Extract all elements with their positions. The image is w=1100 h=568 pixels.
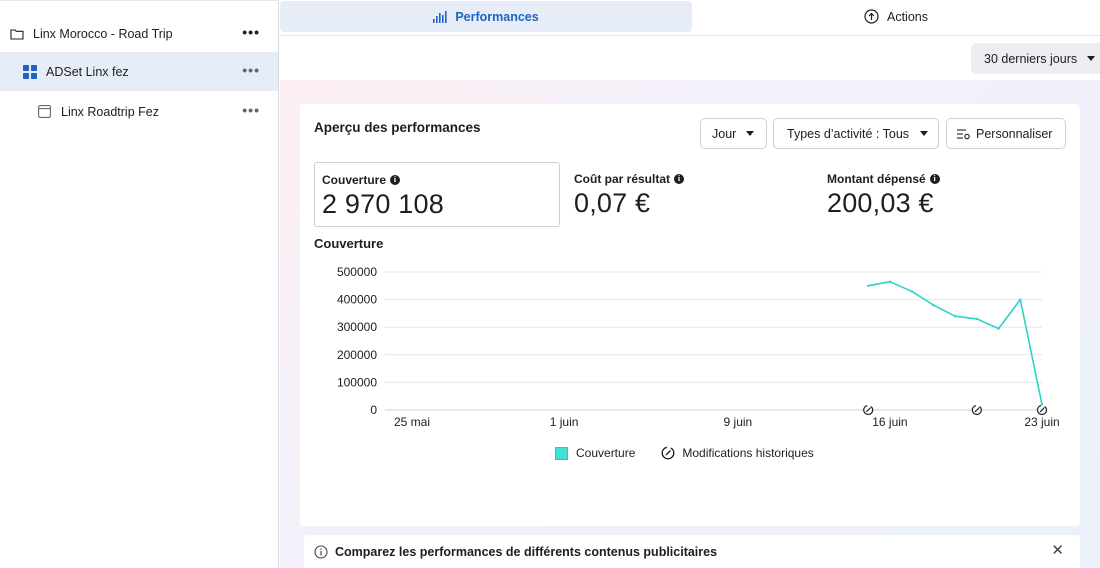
metric-label: Montant dépensé i xyxy=(827,172,940,186)
history-change-marker[interactable] xyxy=(1036,404,1048,416)
y-tick-label: 200000 xyxy=(337,348,377,362)
caret-down-icon xyxy=(920,131,929,136)
more-options-icon[interactable]: ••• xyxy=(242,25,260,39)
tab-actions[interactable]: Actions xyxy=(692,1,1100,32)
card-title: Aperçu des performances xyxy=(314,120,481,135)
activity-type-label: Types d’activité : Tous xyxy=(787,126,910,141)
series-line-reach xyxy=(868,280,1043,405)
x-tick-label: 25 mai xyxy=(394,415,430,429)
customize-button[interactable]: Personnaliser xyxy=(946,118,1066,149)
info-icon[interactable]: i xyxy=(929,174,940,184)
chart-title: Couverture xyxy=(314,236,384,251)
tree-item-ad[interactable]: Linx Roadtrip Fez ••• xyxy=(0,92,278,131)
legend-label: Modifications historiques xyxy=(682,446,814,460)
banner-text: Comparez les performances de différents … xyxy=(335,544,718,559)
tab-label: Performances xyxy=(455,9,539,24)
activity-type-dropdown[interactable]: Types d’activité : Tous xyxy=(773,118,939,149)
y-tick-label: 500000 xyxy=(337,265,377,279)
metric-reach[interactable]: Couverture i 2 970 108 xyxy=(314,162,560,227)
y-tick-label: 400000 xyxy=(337,293,377,307)
data-point[interactable] xyxy=(888,280,892,283)
folder-icon xyxy=(10,27,24,41)
x-tick-label: 16 juin xyxy=(872,415,907,429)
legend-item-history[interactable]: Modifications historiques xyxy=(661,446,814,460)
tree-item-adset[interactable]: ADSet Linx fez ••• xyxy=(0,52,278,91)
history-change-marker[interactable] xyxy=(863,404,874,416)
tree-item-label: Linx Morocco - Road Trip xyxy=(33,26,173,41)
customize-label: Personnaliser xyxy=(976,126,1053,141)
reach-line-chart: 0 100000 200000 300000 400000 500000 25 mai 1 j… xyxy=(337,265,1060,429)
metric-value: 200,03 € xyxy=(827,188,934,218)
data-point[interactable] xyxy=(932,303,935,307)
data-point[interactable] xyxy=(975,317,979,321)
caret-down-icon xyxy=(746,131,755,136)
tab-performances[interactable]: Performances xyxy=(280,1,692,32)
performance-card: Aperçu des performances Jour Types d’act… xyxy=(300,104,1080,526)
granularity-dropdown[interactable]: Jour xyxy=(700,118,767,149)
info-icon[interactable]: i xyxy=(390,175,401,185)
campaign-tree-sidebar: Linx Morocco - Road Trip ••• ADSet Linx … xyxy=(0,0,279,568)
granularity-label: Jour xyxy=(712,126,737,141)
info-outline-icon xyxy=(314,544,328,559)
tree-item-label: Linx Roadtrip Fez xyxy=(61,104,159,119)
legend-item-reach[interactable]: Couverture xyxy=(555,446,635,460)
metric-label-text: Coût par résultat xyxy=(574,172,671,186)
tree-item-campaign[interactable]: Linx Morocco - Road Trip ••• xyxy=(0,14,278,53)
x-tick-label: 23 juin xyxy=(1024,415,1059,429)
date-range-label: 30 derniers jours xyxy=(984,51,1078,66)
data-point[interactable] xyxy=(997,327,1000,330)
more-options-icon[interactable]: ••• xyxy=(242,63,260,77)
data-point[interactable] xyxy=(953,314,957,318)
adset-grid-icon xyxy=(23,64,37,79)
history-change-icon xyxy=(661,446,675,460)
tab-label: Actions xyxy=(887,9,928,24)
metric-label: Couverture i xyxy=(322,173,401,187)
top-tabs: Performances Actions xyxy=(280,0,1100,36)
metric-value: 0,07 € xyxy=(574,188,651,218)
metric-cost-per-result[interactable]: Coût par résultat i 0,07 € xyxy=(567,162,813,227)
info-icon[interactable]: i xyxy=(674,174,685,184)
y-tick-label: 0 xyxy=(370,403,377,417)
x-tick-label: 1 juin xyxy=(550,415,579,429)
compare-ads-banner: Comparez les performances de différents … xyxy=(304,535,1080,568)
metric-value: 2 970 108 xyxy=(322,189,444,219)
more-options-icon[interactable]: ••• xyxy=(242,103,260,117)
chart-legend: Couverture Modifications historiques xyxy=(555,446,840,460)
arrow-up-circle-icon xyxy=(864,9,879,24)
date-bar: 30 derniers jours xyxy=(280,37,1100,80)
history-change-marker[interactable] xyxy=(971,404,982,416)
tree-item-label: ADSet Linx fez xyxy=(46,64,129,79)
metric-label: Coût par résultat i xyxy=(574,172,685,186)
x-tick-label: 9 juin xyxy=(724,415,753,429)
legend-swatch xyxy=(555,446,568,460)
bar-chart-icon xyxy=(433,10,447,23)
caret-down-icon xyxy=(1087,56,1095,61)
close-icon[interactable]: ✕ xyxy=(1051,543,1064,558)
data-point[interactable] xyxy=(867,284,870,287)
sidebar-top-divider xyxy=(0,0,279,3)
y-tick-label: 100000 xyxy=(337,375,377,389)
date-range-select[interactable]: 30 derniers jours xyxy=(971,43,1100,74)
customize-icon xyxy=(957,128,970,140)
metric-amount-spent[interactable]: Montant dépensé i 200,03 € xyxy=(820,162,1066,227)
metric-label-text: Montant dépensé xyxy=(827,172,926,186)
y-tick-label: 300000 xyxy=(337,320,377,334)
data-point[interactable] xyxy=(910,290,913,293)
legend-label: Couverture xyxy=(576,446,636,460)
ad-window-icon xyxy=(38,104,52,119)
data-point[interactable] xyxy=(1019,298,1022,301)
metric-label-text: Couverture xyxy=(322,173,387,187)
